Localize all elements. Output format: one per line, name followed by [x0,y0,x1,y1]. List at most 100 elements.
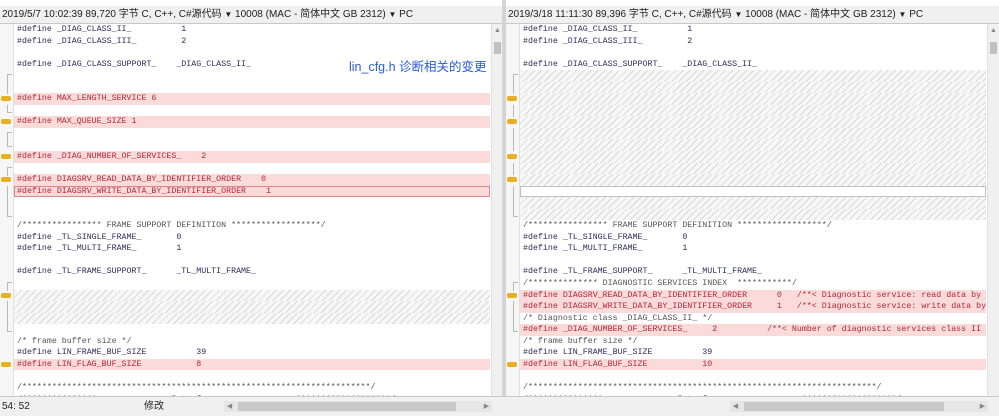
code-line[interactable]: #define MAX_LENGTH_SERVICE 6 [14,93,490,105]
blank-line[interactable] [520,370,986,382]
blank-line[interactable] [14,255,490,267]
left-eol[interactable]: PC [396,9,413,20]
missing-line-placeholder[interactable] [520,174,986,186]
code-line[interactable]: #define _TL_SINGLE_FRAME_ 0 [520,232,986,244]
code-line[interactable]: #define _TL_SINGLE_FRAME_ 0 [14,232,490,244]
code-line[interactable]: #define _DIAG_NUMBER_OF_SERVICES_ 2 /**<… [520,324,986,336]
code-line[interactable]: #define LIN_FRAME_BUF_SIZE 39 [14,347,490,359]
missing-line-placeholder[interactable] [520,93,986,105]
blank-line[interactable] [14,139,490,151]
blank-line[interactable] [14,128,490,140]
missing-line-placeholder[interactable] [520,197,986,209]
blank-line[interactable] [14,82,490,94]
code-line[interactable]: #define DIAGSRV_READ_DATA_BY_IDENTIFIER_… [520,289,986,302]
code-line[interactable]: #define LIN_FLAG_BUF_SIZE 8 [14,358,490,371]
code-line[interactable]: #define DIAGSRV_READ_DATA_BY_IDENTIFIER_… [14,174,490,186]
blank-line[interactable] [14,324,490,336]
blank-line[interactable] [14,278,490,290]
missing-line-placeholder[interactable] [520,162,986,175]
code-line[interactable]: #define _DIAG_CLASS_II_ 1 [14,24,490,36]
right-horizontal-scrollbar[interactable]: ◀ ▶ [730,401,988,412]
right-eol[interactable]: PC [906,9,923,20]
left-encoding[interactable]: 10008 (MAC - 简体中文 GB 2312) [232,9,388,20]
code-line[interactable]: #define _DIAG_CLASS_II_ 1 [520,24,986,36]
right-hscroll-thumb[interactable] [744,402,944,411]
gutter-cell [506,127,519,140]
right-file-pane[interactable]: 2019/3/18 11:11:30 89,396 字节 C, C++, C#源… [506,0,999,415]
scroll-up-icon[interactable]: ▲ [988,26,999,35]
gutter-cell [0,312,13,325]
code-line[interactable]: #define LIN_FRAME_BUF_SIZE 39 [520,347,986,359]
code-line[interactable]: /* frame buffer size */ [14,336,490,348]
missing-line-placeholder[interactable] [520,104,986,117]
blank-line[interactable] [14,163,490,175]
missing-line-placeholder[interactable] [520,70,986,82]
code-line[interactable]: #define DIAGSRV_WRITE_DATA_BY_IDENTIFIER… [520,301,986,313]
diff-arrow-icon[interactable] [506,151,519,163]
missing-line-placeholder[interactable] [520,116,986,128]
diff-arrow-icon[interactable] [506,116,519,128]
code-line[interactable]: #define LIN_FLAG_BUF_SIZE 10 [520,358,986,371]
code-line[interactable]: /**************** FRAME SUPPORT DEFINITI… [14,220,490,232]
diff-arrow-icon[interactable] [0,359,13,371]
missing-line-placeholder[interactable] [14,312,490,325]
right-scroll-thumb[interactable] [990,42,997,54]
missing-line-placeholder[interactable] [520,81,986,94]
diff-arrow-icon[interactable] [0,116,13,128]
diff-arrow-icon[interactable] [506,93,519,105]
missing-line-placeholder[interactable] [520,208,986,221]
gutter-cell [0,324,13,336]
scroll-left-icon[interactable]: ◀ [730,401,741,412]
right-encoding[interactable]: 10008 (MAC - 简体中文 GB 2312) [742,9,898,20]
diff-arrow-icon[interactable] [0,290,13,302]
scroll-right-icon[interactable]: ▶ [977,401,988,412]
code-line[interactable]: /************** DIAGNOSTIC SERVICES INDE… [520,278,986,290]
missing-line-placeholder[interactable] [14,289,490,302]
blank-line[interactable] [520,255,986,267]
diff-arrow-icon[interactable] [506,359,519,371]
right-diff-gutter[interactable] [506,24,520,396]
code-line[interactable]: /***************************************… [520,382,986,394]
diff-arrow-icon[interactable] [0,174,13,186]
left-file-pane[interactable]: 2019/5/7 10:02:39 89,720 字节 C, C++, C#源代… [0,0,502,415]
code-line[interactable]: #define _TL_FRAME_SUPPORT_ _TL_MULTI_FRA… [14,266,490,278]
code-line[interactable]: #define _DIAG_NUMBER_OF_SERVICES_ 2 [14,151,490,163]
left-code-view[interactable]: #define _DIAG_CLASS_II_ 1 #define _DIAG_C… [14,24,490,396]
scroll-right-icon[interactable]: ▶ [481,401,492,412]
missing-line-placeholder[interactable] [14,301,490,313]
left-scroll-thumb[interactable] [494,42,501,54]
left-horizontal-scrollbar[interactable]: ◀ ▶ [224,401,492,412]
code-line[interactable]: #define MAX_QUEUE_SIZE 1 [14,116,490,128]
diff-arrow-icon[interactable] [506,174,519,186]
diff-arrow-icon[interactable] [506,290,519,302]
code-line[interactable]: #define _TL_MULTI_FRAME_ 1 [520,243,986,255]
blank-line[interactable] [520,47,986,59]
code-line[interactable]: #define _TL_MULTI_FRAME_ 1 [14,243,490,255]
blank-line[interactable] [14,370,490,382]
blank-line[interactable] [14,197,490,209]
code-line[interactable]: /***************************************… [14,382,490,394]
blank-line[interactable] [14,209,490,221]
blank-line[interactable] [14,105,490,117]
code-line[interactable]: /* frame buffer size */ [520,336,986,348]
code-line[interactable]: /* Diagnostic class _DIAG_CLASS_II_ */ [520,313,986,325]
missing-line-placeholder[interactable] [520,151,986,163]
code-line[interactable]: /**************** FRAME SUPPORT DEFINITI… [520,220,986,232]
right-vertical-scrollbar[interactable]: ▲ [987,24,999,396]
blank-line[interactable] [520,185,986,198]
left-diff-gutter[interactable] [0,24,14,396]
code-line[interactable]: #define _DIAG_CLASS_III_ 2 [520,36,986,48]
missing-line-placeholder[interactable] [520,127,986,140]
missing-line-placeholder[interactable] [520,139,986,152]
code-line[interactable]: #define DIAGSRV_WRITE_DATA_BY_IDENTIFIER… [14,185,490,198]
diff-arrow-icon[interactable] [0,93,13,105]
scroll-left-icon[interactable]: ◀ [224,401,235,412]
left-vertical-scrollbar[interactable]: ▲ [491,24,502,396]
right-code-view[interactable]: #define _DIAG_CLASS_II_ 1 #define _DIAG_C… [520,24,986,396]
code-line[interactable]: #define _DIAG_CLASS_SUPPORT_ _DIAG_CLASS… [520,59,986,71]
code-line[interactable]: #define _TL_FRAME_SUPPORT_ _TL_MULTI_FRA… [520,266,986,278]
left-hscroll-thumb[interactable] [238,402,456,411]
code-line[interactable]: #define _DIAG_CLASS_III_ 2 [14,36,490,48]
diff-arrow-icon[interactable] [0,151,13,163]
scroll-up-icon[interactable]: ▲ [492,26,502,35]
